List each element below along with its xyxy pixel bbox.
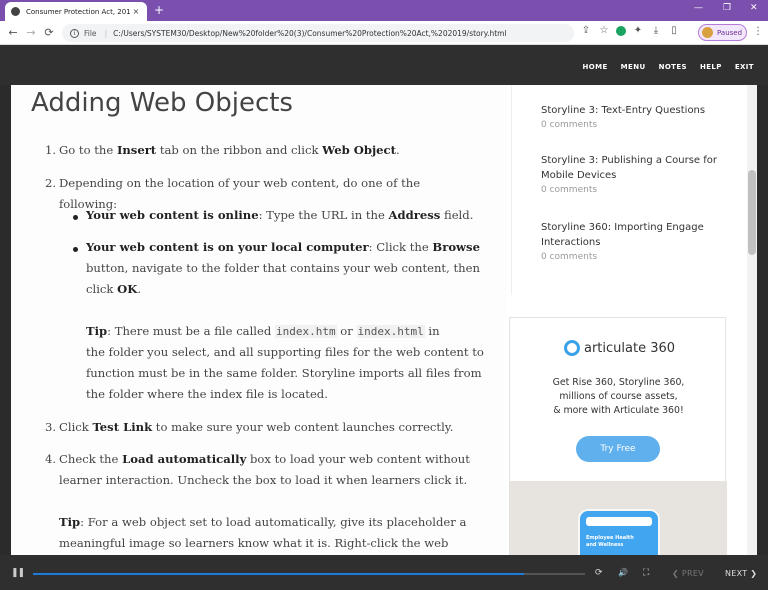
tab-close-button[interactable]: ×	[131, 7, 141, 16]
player-bottom-bar: ❚❚ ⟳ 🔊 ⛶ ❮ PREV NEXT ❯	[0, 555, 768, 590]
avatar	[702, 27, 713, 38]
replay-icon[interactable]: ⟳	[595, 568, 603, 578]
address-scheme-label: File	[84, 28, 97, 38]
star-icon[interactable]: ☆	[598, 25, 610, 36]
bullet-dot	[73, 247, 78, 252]
player-top-bar: HOME MENU NOTES HELP EXIT	[0, 45, 768, 85]
related-post-comments: 0 comments	[541, 120, 598, 130]
seekbar[interactable]	[33, 573, 585, 575]
forward-button[interactable]: →	[22, 26, 40, 39]
related-post[interactable]: Storyline 3: Text-Entry Questions 0 comm…	[541, 103, 741, 132]
step-4: 4. Check the Load automatically box to lo…	[45, 452, 470, 466]
tip-2: Tip: For a web object set to load automa…	[59, 515, 467, 529]
player-exit-button[interactable]: EXIT	[735, 63, 754, 71]
player-menu: HOME MENU NOTES HELP EXIT	[583, 63, 755, 71]
scrollbar-thumb[interactable]	[748, 170, 756, 255]
tip-1-line4: the folder where the index file is locat…	[86, 387, 328, 401]
close-window-button[interactable]: ✕	[750, 3, 758, 13]
browser-tab[interactable]: Consumer Protection Act, 2019 ×	[5, 2, 147, 21]
player-menu-button[interactable]: MENU	[621, 63, 646, 71]
related-post-title[interactable]: Storyline 3: Publishing a Course for Mob…	[541, 153, 741, 183]
try-free-button[interactable]: Try Free	[576, 436, 660, 462]
sidepanel-icon[interactable]: ▯	[668, 25, 680, 36]
step-1: 1. Go to the Insert tab on the ribbon and…	[45, 143, 400, 157]
grammarly-icon[interactable]	[616, 25, 626, 36]
player-help-button[interactable]: HELP	[700, 63, 722, 71]
reload-button[interactable]: ⟳	[40, 26, 58, 39]
puzzle-icon[interactable]: ✦	[632, 25, 644, 36]
profile-status: Paused	[717, 28, 743, 37]
browser-menu-icon[interactable]: ⋮	[753, 26, 763, 37]
volume-icon[interactable]: 🔊	[618, 568, 628, 577]
next-button[interactable]: NEXT ❯	[725, 569, 757, 578]
phone-caption: Employee Health and Wellness	[586, 535, 634, 548]
related-sidebar: Storyline 3: Text-Entry Questions 0 comm…	[509, 85, 747, 555]
ad-image: Employee Health and Wellness	[510, 481, 727, 555]
bullet-online: Your web content is online: Type the URL…	[86, 208, 474, 222]
phone-image: Employee Health and Wellness	[578, 509, 660, 555]
articulate-logo: articulate 360	[564, 340, 675, 356]
toolbar-icons: ⇪ ☆ ✦ ⤓ ▯	[580, 25, 680, 36]
new-tab-button[interactable]: +	[154, 3, 164, 17]
browser-toolbar: ← → ⟳ i File | C:/Users/SYSTEM30/Desktop…	[0, 21, 768, 45]
bullet-dot	[73, 215, 78, 220]
tip-1-line2: the folder you select, and all supportin…	[86, 345, 484, 359]
related-post-title[interactable]: Storyline 360: Importing Engage Interact…	[541, 220, 741, 250]
minimize-button[interactable]: —	[694, 3, 703, 13]
profile-button[interactable]: Paused	[698, 24, 747, 41]
related-post[interactable]: Storyline 3: Publishing a Course for Mob…	[541, 153, 741, 197]
back-button[interactable]: ←	[4, 26, 22, 39]
browser-tab-bar: Consumer Protection Act, 2019 × + — ❐ ✕	[0, 0, 768, 21]
scrollbar-track[interactable]	[747, 85, 757, 555]
articulate-ad: articulate 360 Get Rise 360, Storyline 3…	[509, 317, 727, 555]
step-4-line2: learner interaction. Uncheck the box to …	[59, 473, 468, 487]
related-post-title[interactable]: Storyline 3: Text-Entry Questions	[541, 103, 741, 118]
maximize-button[interactable]: ❐	[723, 3, 731, 13]
page-title: Adding Web Objects	[31, 88, 293, 118]
download-icon[interactable]: ⤓	[650, 25, 662, 36]
globe-icon	[11, 7, 20, 16]
tip-1: Tip: There must be a file called index.h…	[86, 324, 440, 338]
related-post-comments: 0 comments	[541, 185, 598, 195]
prev-button[interactable]: ❮ PREV	[672, 569, 704, 578]
sidebar-divider	[511, 85, 512, 295]
article-main: Adding Web Objects 1. Go to the Insert ta…	[11, 85, 507, 555]
player-home-button[interactable]: HOME	[583, 63, 608, 71]
tip-1-line3: function must be in the same folder. Sto…	[86, 366, 482, 380]
address-bar[interactable]: i File | C:/Users/SYSTEM30/Desktop/New%2…	[62, 24, 574, 42]
tab-title: Consumer Protection Act, 2019	[26, 7, 131, 16]
seekbar-progress	[33, 573, 525, 575]
related-post-comments: 0 comments	[541, 252, 598, 262]
articulate-ring-icon	[564, 340, 580, 356]
tip-2-line2: meaningful image so learners know what i…	[59, 536, 449, 550]
slide-content: Adding Web Objects 1. Go to the Insert ta…	[11, 85, 747, 555]
ad-brand: articulate 360	[584, 340, 676, 356]
player-notes-button[interactable]: NOTES	[659, 63, 687, 71]
fullscreen-icon[interactable]: ⛶	[643, 568, 649, 578]
pause-icon[interactable]: ❚❚	[11, 568, 25, 578]
address-url[interactable]: C:/Users/SYSTEM30/Desktop/New%20folder%2…	[113, 29, 506, 38]
bullet-local: Your web content is on your local comput…	[86, 240, 480, 254]
ad-text: Get Rise 360, Storyline 360, millions of…	[552, 377, 685, 416]
step-3: 3. Click Test Link to make sure your web …	[45, 420, 454, 434]
info-icon[interactable]: i	[70, 28, 79, 38]
share-icon[interactable]: ⇪	[580, 25, 592, 36]
bullet-local-line3: click OK.	[86, 282, 141, 296]
bullet-local-line2: button, navigate to the folder that cont…	[86, 261, 480, 275]
address-separator: |	[104, 28, 108, 38]
phone-header	[586, 517, 652, 526]
related-post[interactable]: Storyline 360: Importing Engage Interact…	[541, 220, 741, 264]
